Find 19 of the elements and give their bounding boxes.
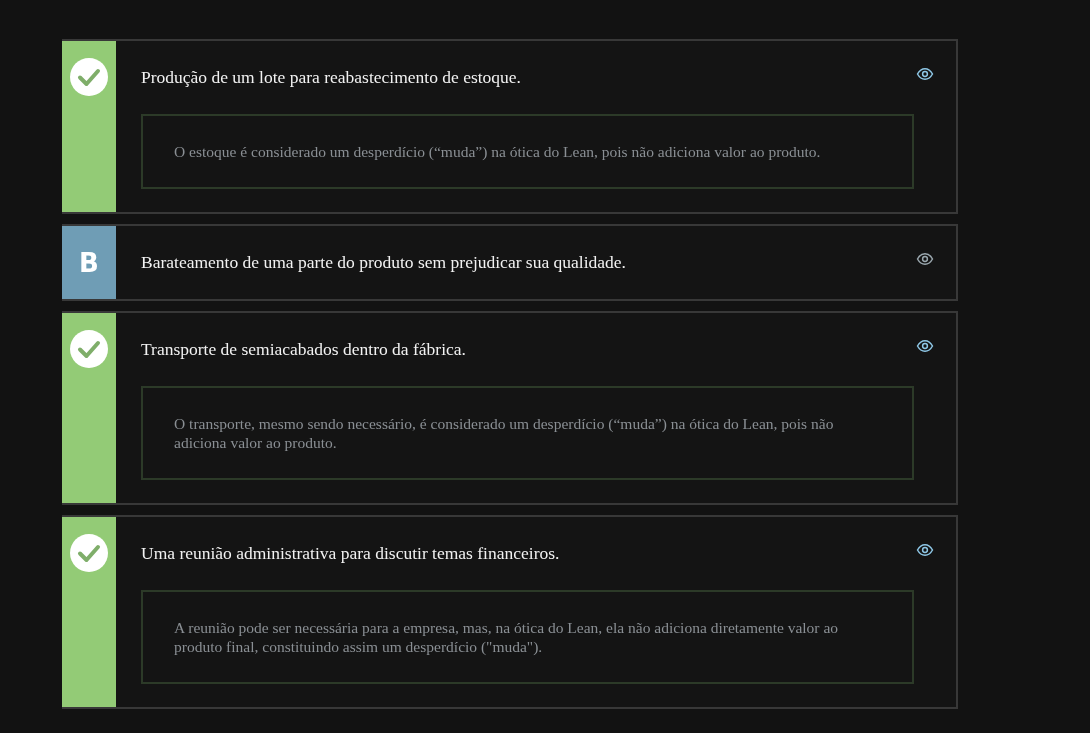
eye-icon[interactable] — [916, 337, 934, 355]
answer-card[interactable]: Transporte de semiacabados dentro da fábrica. O transporte, mesmo sendo necessário, é considerado um desperdício (“muda”) na ótica do Lean, pois não adiciona valor ao produto. — [62, 311, 958, 505]
eye-icon[interactable] — [916, 65, 934, 83]
eye-icon[interactable] — [916, 541, 934, 559]
option-text: Barateamento de uma parte do produto sem prejudicar sua qualidade. — [141, 251, 626, 274]
check-icon — [69, 329, 109, 369]
option-text: Produção de um lote para reabastecimento de estoque. — [141, 66, 521, 89]
explanation-text: A reunião pode ser necessária para a empresa, mas, na ótica do Lean, ela não adiciona diretamente valor ao produto final, constituindo assim um desperdício ("muda"). — [174, 618, 840, 656]
check-icon — [69, 57, 109, 97]
answer-card[interactable]: Produção de um lote para reabastecimento de estoque. O estoque é considerado um desperdício (“muda”) na ótica do Lean, pois não adiciona valor ao produto. — [62, 39, 958, 214]
option-letter: B — [79, 247, 99, 278]
check-icon — [69, 533, 109, 573]
option-text: Transporte de semiacabados dentro da fábrica. — [141, 338, 466, 361]
answer-card[interactable] — [62, 515, 958, 709]
explanation-text: O estoque é considerado um desperdício (“muda”) na ótica do Lean, pois não adiciona valor ao produto. — [174, 142, 822, 161]
explanation-text: O transporte, mesmo sendo necessário, é considerado um desperdício (“muda”) na ótica do Lean, pois não adiciona valor ao produto. — [174, 414, 835, 452]
option-text: Uma reunião administrativa para discutir temas financeiros. — [141, 542, 560, 565]
eye-icon[interactable] — [916, 250, 934, 268]
answer-card[interactable]: B Barateamento de uma parte do produto sem prejudicar sua qualidade. — [62, 224, 958, 301]
